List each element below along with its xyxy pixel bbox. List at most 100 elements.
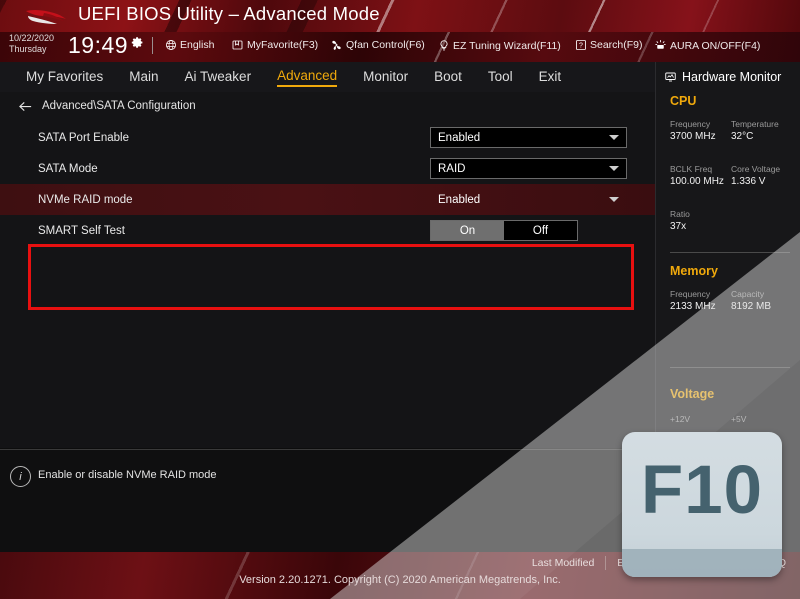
monitor-icon xyxy=(665,72,676,82)
hw-metric-mem-frequency: Frequency 2133 MHz xyxy=(670,289,731,312)
hw-metric-key: +5V xyxy=(731,414,747,424)
tab-ai-tweaker[interactable]: Ai Tweaker xyxy=(185,69,252,86)
hw-divider xyxy=(670,367,790,368)
setting-label: NVMe RAID mode xyxy=(38,193,133,206)
setting-row-sata-port-enable[interactable]: SATA Port Enable Enabled xyxy=(0,122,655,153)
arrow-left-icon[interactable] xyxy=(18,101,33,112)
rog-eye-logo-icon xyxy=(26,9,66,24)
hw-metric-5v: +5V xyxy=(731,414,792,424)
toolbar-separator xyxy=(152,37,153,54)
dropdown-value: Enabled xyxy=(438,131,481,144)
chevron-down-icon xyxy=(609,135,619,140)
tab-exit[interactable]: Exit xyxy=(539,69,562,86)
setting-row-smart-self-test[interactable]: SMART Self Test On Off xyxy=(0,215,655,246)
dropdown-value: Enabled xyxy=(438,193,481,206)
setting-label: SATA Port Enable xyxy=(38,131,129,144)
setting-row-nvme-raid-mode[interactable]: NVMe RAID mode Enabled xyxy=(0,184,655,215)
setting-label: SMART Self Test xyxy=(38,224,125,237)
hw-section-cpu-title: CPU xyxy=(670,94,697,108)
toolbar-item-label: Search(F9) xyxy=(590,39,643,51)
hw-metric-key: Temperature xyxy=(731,119,779,129)
annotation-highlight-box xyxy=(28,244,634,310)
sata-mode-dropdown[interactable]: RAID xyxy=(430,158,627,179)
setting-row-sata-mode[interactable]: SATA Mode RAID xyxy=(0,153,655,184)
tab-main[interactable]: Main xyxy=(129,69,158,86)
nvme-raid-mode-dropdown[interactable]: Enabled xyxy=(430,189,627,210)
tab-advanced[interactable]: Advanced xyxy=(277,68,338,87)
main-panel: Advanced\SATA Configuration SATA Port En… xyxy=(0,92,655,448)
dropdown-value: RAID xyxy=(438,162,466,175)
toolbar-item-label: AURA ON/OFF(F4) xyxy=(670,39,761,52)
breadcrumb[interactable]: Advanced\SATA Configuration xyxy=(18,100,196,112)
hw-metric-value: 100.00 MHz xyxy=(670,176,724,187)
sata-port-enable-dropdown[interactable]: Enabled xyxy=(430,127,627,148)
breadcrumb-text: Advanced\SATA Configuration xyxy=(42,100,196,112)
f10-key-label: F10 xyxy=(641,451,763,528)
setting-label: SATA Mode xyxy=(38,162,98,175)
date-block: 10/22/2020 Thursday xyxy=(9,33,54,54)
toggle-on-option[interactable]: On xyxy=(431,221,504,240)
aura-light-icon xyxy=(655,40,666,49)
f10-key-overlay[interactable]: F10 xyxy=(622,432,782,577)
tab-tool[interactable]: Tool xyxy=(488,69,513,86)
toolbar-item-label: MyFavorite(F3) xyxy=(247,39,319,51)
toggle-off-option[interactable]: Off xyxy=(504,221,577,240)
hw-metric-value: 32°C xyxy=(731,131,754,142)
hw-metric-core-voltage: Core Voltage 1.336 V xyxy=(731,164,792,187)
search-box-icon: ? xyxy=(576,40,586,50)
hw-metric-value: 3700 MHz xyxy=(670,131,716,142)
toolbar-item-ez-tuning-wizard[interactable]: EZ Tuning Wizard(F11) xyxy=(438,39,561,52)
hw-metric-key: +12V xyxy=(670,414,691,424)
hw-divider xyxy=(670,252,790,253)
info-icon: i xyxy=(10,466,31,487)
tab-my-favorites[interactable]: My Favorites xyxy=(26,69,103,86)
svg-text:?: ? xyxy=(579,43,583,50)
hw-metric-key: Core Voltage xyxy=(731,164,781,174)
hw-metric-12v: +12V xyxy=(670,414,731,424)
toolbar-item-language[interactable]: English xyxy=(165,39,214,51)
toolbar-item-label: Qfan Control(F6) xyxy=(346,39,425,51)
hw-metric-key: Capacity xyxy=(731,289,765,299)
date-text: 10/22/2020 xyxy=(9,33,55,43)
smart-self-test-toggle[interactable]: On Off xyxy=(430,220,578,241)
page-title: UEFI BIOS Utility – Advanced Mode xyxy=(78,3,380,24)
fan-icon xyxy=(332,40,341,50)
hw-metric-key: Frequency xyxy=(670,119,711,129)
toolbar-item-search[interactable]: ? Search(F9) xyxy=(575,39,643,51)
toolbar-item-myfavorite[interactable]: MyFavorite(F3) xyxy=(231,39,318,51)
hw-metric-key: BCLK Freq xyxy=(670,164,713,174)
weekday-text: Thursday xyxy=(9,43,47,54)
tab-boot[interactable]: Boot xyxy=(434,69,462,86)
bookmark-icon xyxy=(232,40,243,50)
bios-screen: UEFI BIOS Utility – Advanced Mode 10/22/… xyxy=(0,0,800,599)
toolbar-item-qfan-control[interactable]: Qfan Control(F6) xyxy=(330,39,425,51)
help-panel: i Enable or disable NVMe RAID mode xyxy=(0,450,655,552)
toolbar-item-label: English xyxy=(180,39,215,51)
hw-section-memory-title: Memory xyxy=(670,264,718,278)
hw-metric-value: 8192 MB xyxy=(731,301,772,312)
last-modified-button[interactable]: Last Modified xyxy=(532,557,594,569)
lightbulb-icon xyxy=(440,40,448,51)
gear-icon[interactable] xyxy=(131,36,144,49)
globe-icon xyxy=(165,39,177,51)
tab-monitor[interactable]: Monitor xyxy=(363,69,408,86)
settings-list: SATA Port Enable Enabled SATA Mode RAID … xyxy=(0,122,655,246)
toolbar-item-label: EZ Tuning Wizard(F11) xyxy=(453,39,561,52)
hw-metric-key: Ratio xyxy=(670,209,690,219)
hw-metric-ratio: Ratio 37x xyxy=(670,209,731,232)
bottom-separator xyxy=(605,556,607,570)
toolbar-item-aura[interactable]: AURA ON/OFF(F4) xyxy=(654,39,760,52)
help-text: Enable or disable NVMe RAID mode xyxy=(38,469,217,481)
hw-metric-value: 1.336 V xyxy=(731,176,766,187)
clock-text: 19:49 xyxy=(68,32,129,58)
main-nav: My Favorites Main Ai Tweaker Advanced Mo… xyxy=(0,62,655,92)
hw-metric-frequency: Frequency 3700 MHz xyxy=(670,119,731,142)
chevron-down-icon xyxy=(609,166,619,171)
title-banner: UEFI BIOS Utility – Advanced Mode xyxy=(0,0,800,32)
hw-metric-value: 37x xyxy=(670,221,687,232)
hw-metric-key: Frequency xyxy=(670,289,711,299)
hw-metric-bclk-freq: BCLK Freq 100.00 MHz xyxy=(670,164,731,187)
hardware-monitor-title-text: Hardware Monitor xyxy=(682,70,782,84)
hw-metric-mem-capacity: Capacity 8192 MB xyxy=(731,289,792,312)
hardware-monitor-title: Hardware Monitor xyxy=(664,70,781,84)
